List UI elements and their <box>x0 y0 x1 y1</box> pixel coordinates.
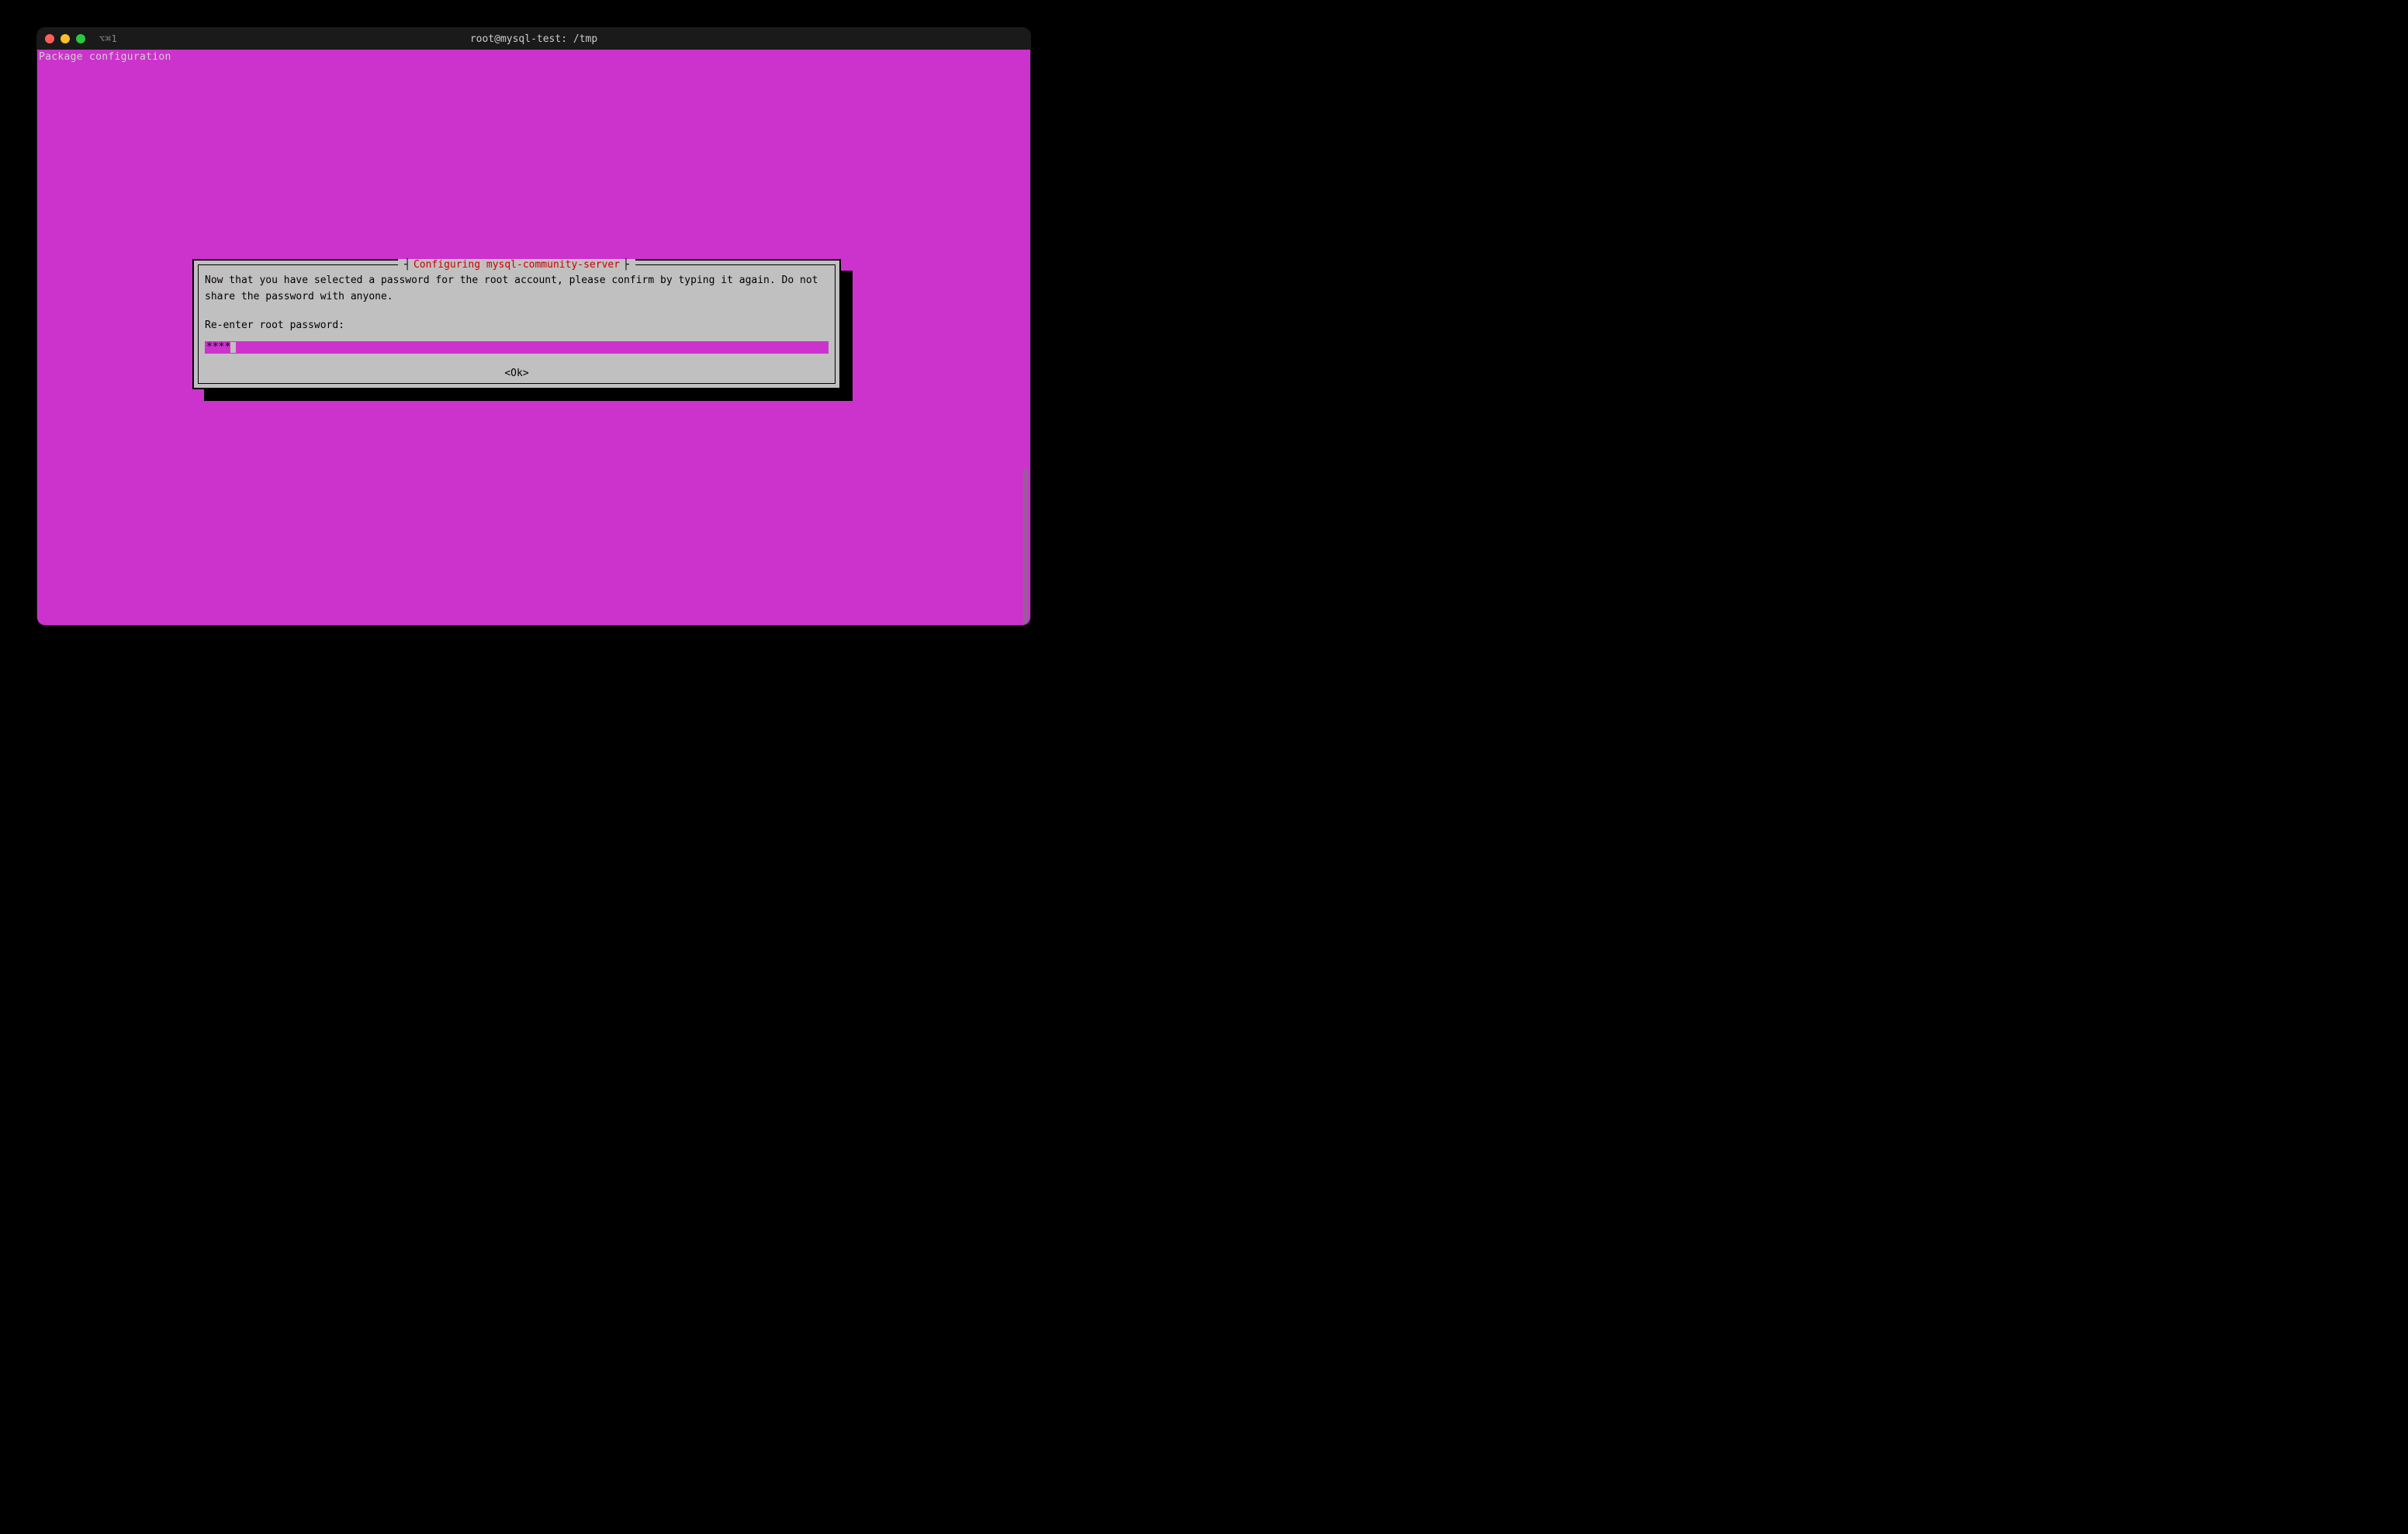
dialog-body: Now that you have selected a password fo… <box>199 265 835 390</box>
dialog-prompt: Re-enter root password: <box>205 318 829 334</box>
config-dialog: ┤ Configuring mysql-community-server ├ N… <box>192 259 841 389</box>
scrollbar[interactable] <box>1023 468 1028 624</box>
password-input[interactable]: **** <box>205 341 829 354</box>
ok-button[interactable]: <Ok> <box>205 366 829 382</box>
title-bracket-left: ┤ <box>404 259 410 271</box>
package-config-header: Package configuration <box>39 51 171 63</box>
terminal-window: ⌥⌘1 root@mysql-test: /tmp Package config… <box>37 28 1030 625</box>
minimize-icon[interactable] <box>61 34 70 43</box>
maximize-icon[interactable] <box>76 34 85 43</box>
title-bracket-right: ├ <box>623 259 629 271</box>
dialog-title-wrap: ┤ Configuring mysql-community-server ├ <box>398 259 635 271</box>
titlebar: ⌥⌘1 root@mysql-test: /tmp <box>37 28 1030 50</box>
window-title: root@mysql-test: /tmp <box>470 33 597 45</box>
close-icon[interactable] <box>45 34 54 43</box>
dialog-inner-border: ┤ Configuring mysql-community-server ├ N… <box>198 264 836 384</box>
tab-indicator: ⌥⌘1 <box>99 33 117 44</box>
dialog-instruction: Now that you have selected a password fo… <box>205 273 829 306</box>
dialog-title: Configuring mysql-community-server <box>413 259 620 271</box>
traffic-lights <box>45 34 85 43</box>
text-cursor-icon <box>230 342 236 353</box>
password-masked-value: **** <box>206 340 230 356</box>
terminal-content: Package configuration ┤ Configuring mysq… <box>37 50 1030 625</box>
